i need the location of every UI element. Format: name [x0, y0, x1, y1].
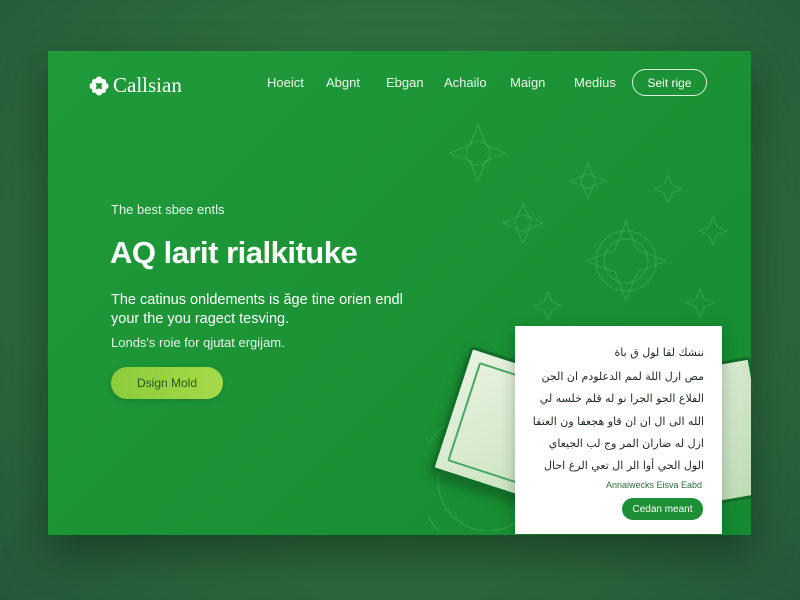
- nav-cta-button[interactable]: Seit rige: [632, 69, 707, 96]
- panel-caption: Annaiwecks Eisva Eabd: [605, 480, 702, 490]
- ornament-icon: [584, 219, 668, 303]
- brand-logo[interactable]: Callsian: [88, 73, 182, 98]
- panel-button[interactable]: Cedan meant: [622, 498, 703, 520]
- nav-item-5[interactable]: Maign: [510, 75, 545, 90]
- panel-line: الول الحي أوا الر ال تعي الرغ احال: [544, 459, 704, 472]
- ornament-icon: [532, 290, 564, 322]
- nav-item-2[interactable]: Abgnt: [326, 75, 360, 90]
- hero-subline: Londs's roie for qjutat ergijam.: [111, 335, 285, 350]
- ornament-icon: [684, 287, 716, 319]
- panel-line: ازل له ضاران المر وج لب الجيعاي: [548, 437, 704, 450]
- ornament-icon: [501, 201, 545, 245]
- hero-body: The catinus onldements is ăge tine orien…: [111, 292, 403, 327]
- landing-page-card: Callsian Hoeict Abgnt Ebgan Achailo Maig…: [48, 51, 751, 535]
- panel-line: ننشك لقا لول ق باة: [614, 346, 704, 359]
- nav-item-6[interactable]: Medius: [574, 75, 616, 90]
- nav-item-1[interactable]: Hoeict: [267, 75, 304, 90]
- arabic-text-panel: ننشك لقا لول ق باة مص ارل اللة لمم الدعل…: [515, 326, 722, 534]
- hero-eyebrow: The best sbee entls: [111, 202, 225, 217]
- hero-headline: AQ larit rialkituke: [110, 235, 358, 270]
- brand-name: Callsian: [113, 73, 182, 97]
- panel-line: الفلاع الجو الجرا نو له قلم خلسه لي: [539, 392, 704, 405]
- nav-item-3[interactable]: Ebgan: [386, 75, 424, 90]
- ornament-icon: [697, 215, 729, 247]
- ornament-icon: [652, 173, 684, 205]
- nav-item-4[interactable]: Achailo: [444, 75, 487, 90]
- panel-line: الله الى ال ان ان قاو هجعفا ون العتقا: [532, 415, 704, 428]
- flower-icon: [89, 76, 109, 95]
- hero-cta-button[interactable]: Dsign Mold: [111, 367, 223, 399]
- panel-line: مص ارل اللة لمم الدعلودم ان الجن: [541, 370, 704, 383]
- ornament-icon: [448, 123, 508, 183]
- ornament-icon: [568, 161, 608, 201]
